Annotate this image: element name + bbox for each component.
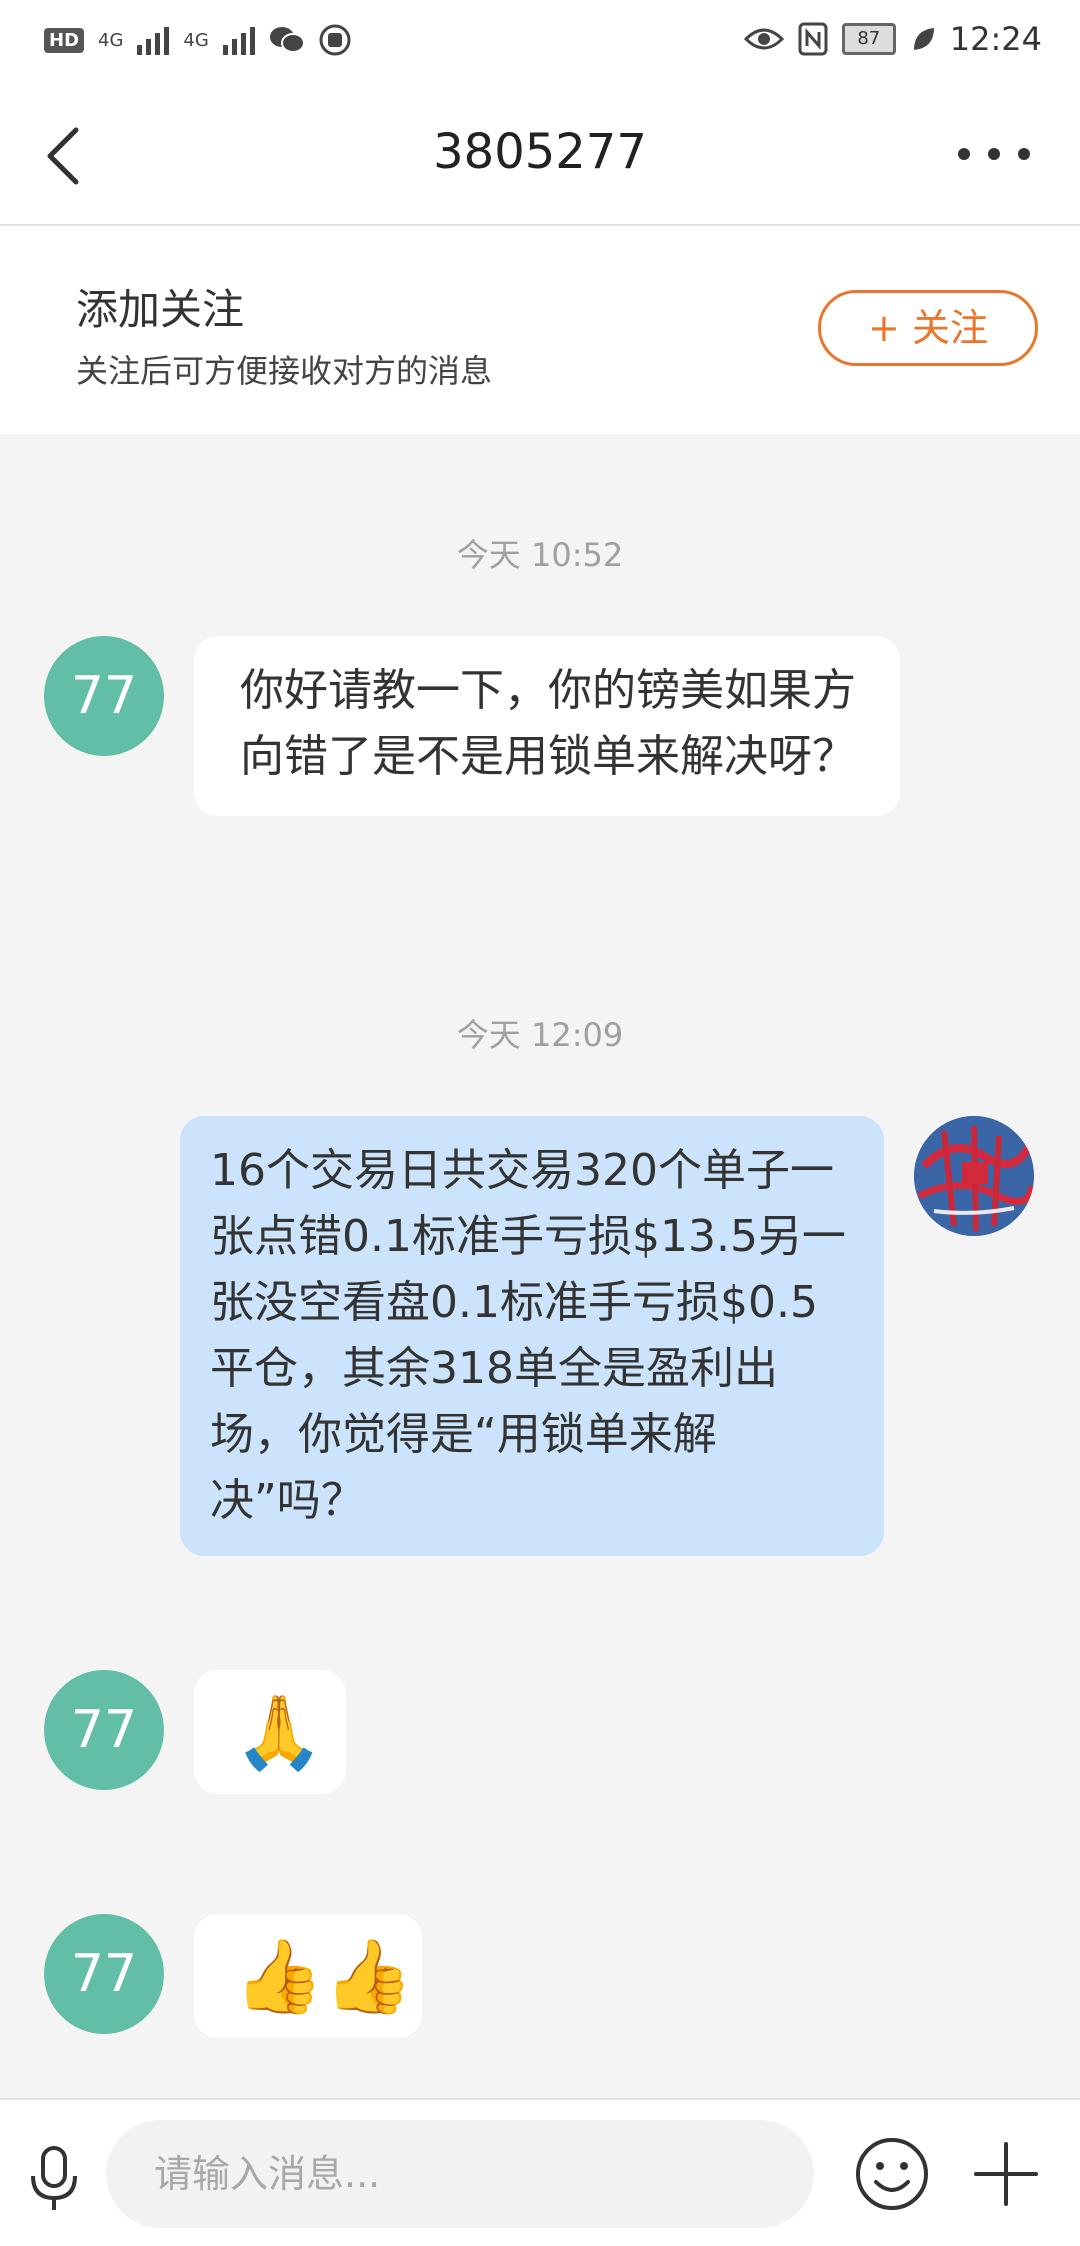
clock: 12:24 — [949, 20, 1042, 58]
power-saving-icon — [913, 28, 934, 50]
plus-icon[interactable] — [970, 2138, 1042, 2210]
app-notification-icon — [319, 24, 351, 56]
signal-icon — [137, 25, 170, 55]
follow-title: 添加关注 — [76, 285, 245, 334]
status-bar: HD 4G 4G 87 12:24 — [0, 0, 1080, 86]
thumbs-up-emoji: 👍👍 — [234, 1934, 414, 2018]
page-title: 3805277 — [433, 124, 647, 180]
follow-banner: 添加关注 关注后可方便接收对方的消息 + 关注 — [0, 226, 1080, 434]
incoming-message-bubble[interactable]: 🙏 — [194, 1670, 346, 1794]
contact-avatar[interactable]: 77 — [44, 636, 164, 756]
outgoing-message-bubble[interactable]: 16个交易日共交易320个单子一张点错0.1标准手亏损$13.5另一张没空看盘0… — [180, 1116, 884, 1556]
hd-badge: HD — [44, 27, 85, 53]
title-bar: 3805277 — [0, 86, 1080, 226]
message-text: 16个交易日共交易320个单子一张点错0.1标准手亏损$13.5另一张没空看盘0… — [210, 1145, 846, 1526]
microphone-icon[interactable] — [24, 2144, 84, 2214]
message-timestamp: 今天 12:09 — [456, 1016, 624, 1054]
wechat-icon — [269, 27, 305, 53]
signal-icon — [222, 25, 255, 55]
praying-hands-emoji: 🙏 — [234, 1690, 324, 1774]
emoji-icon[interactable] — [854, 2136, 930, 2212]
follow-button[interactable]: + 关注 — [818, 290, 1038, 366]
eye-comfort-icon — [743, 28, 784, 50]
nfc-icon — [798, 22, 828, 56]
status-bar-left: HD 4G 4G — [44, 24, 351, 56]
follow-subtitle: 关注后可方便接收对方的消息 — [76, 352, 493, 390]
status-bar-right: 87 12:24 — [743, 20, 1042, 58]
sim2-label: 4G — [183, 29, 209, 51]
contact-avatar[interactable]: 77 — [44, 1914, 164, 2034]
message-input[interactable] — [106, 2120, 814, 2228]
message-timestamp: 今天 10:52 — [456, 536, 624, 574]
input-bar — [0, 2098, 1080, 2246]
contact-avatar[interactable]: 77 — [44, 1670, 164, 1790]
user-avatar[interactable] — [914, 1116, 1034, 1236]
more-options-icon[interactable] — [958, 148, 1030, 160]
battery-level: 87 — [841, 23, 896, 55]
message-text: 你好请教一下，你的镑美如果方向错了是不是用锁单来解决呀？ — [240, 665, 856, 782]
incoming-message-bubble[interactable]: 你好请教一下，你的镑美如果方向错了是不是用锁单来解决呀？ — [194, 636, 900, 816]
incoming-message-bubble[interactable]: 👍👍 — [194, 1914, 422, 2038]
sim1-label: 4G — [98, 29, 124, 51]
